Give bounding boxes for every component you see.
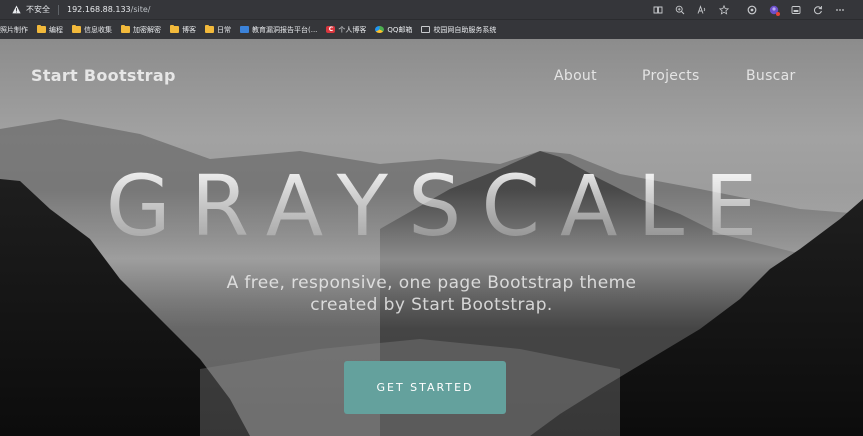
address-divider (58, 4, 59, 15)
reading-mode-icon[interactable] (652, 4, 663, 15)
bookmark-label: 个人博客 (338, 25, 367, 34)
bookmark-label: 照片制作 (0, 25, 28, 34)
folder-icon (205, 25, 214, 33)
bookmark-item[interactable]: C 个人博客 (326, 25, 366, 35)
folder-icon (121, 25, 130, 33)
bookmark-label: 校园网自助服务系统 (433, 25, 497, 34)
hero-tagline: A free, responsive, one page Bootstrap t… (0, 272, 863, 316)
extensions-icon[interactable] (746, 4, 757, 15)
bookmark-item[interactable]: 照片制作 (0, 25, 28, 35)
read-aloud-icon[interactable] (696, 4, 707, 15)
page-viewport[interactable]: Start Bootstrap About Projects Buscar GR… (0, 39, 863, 436)
brand-link[interactable]: Start Bootstrap (31, 66, 176, 85)
nav-link-about[interactable]: About (554, 68, 597, 84)
site-navbar: Start Bootstrap About Projects Buscar (0, 39, 863, 117)
bookmark-folder[interactable]: 日常 (205, 25, 231, 35)
bookmark-folder[interactable]: 加密解密 (121, 25, 161, 35)
nav-link-buscar[interactable]: Buscar (746, 68, 796, 84)
bookmark-label: 加密解密 (133, 25, 161, 34)
bookmark-label: 信息收集 (84, 25, 112, 34)
qq-icon (375, 26, 385, 33)
favorite-star-icon[interactable] (718, 4, 729, 15)
bookmark-item[interactable]: 校园网自助服务系统 (421, 25, 496, 35)
page-icon (421, 26, 431, 33)
get-started-button[interactable]: GET STARTED (344, 361, 506, 414)
bookmark-folder[interactable]: 信息收集 (72, 25, 112, 35)
bookmark-folder[interactable]: 编程 (37, 25, 63, 35)
bookmark-folder[interactable]: 博客 (170, 25, 196, 35)
bookmark-label: 博客 (182, 25, 196, 34)
more-icon[interactable] (834, 4, 845, 15)
url-host: 192.168.88.133 (67, 5, 131, 14)
c-site-icon: C (326, 26, 336, 33)
site-icon (240, 26, 249, 33)
folder-icon (37, 25, 46, 33)
browser-toolbar (652, 0, 845, 19)
bookmark-item[interactable]: 教育漏洞报告平台(... (240, 25, 317, 35)
bookmark-label: 编程 (49, 25, 63, 34)
hero-headline: GRAYSCALE (0, 164, 863, 248)
bookmarks-bar: 照片制作 编程 信息收集 加密解密 博客 日常 教育漏洞报告平台(... C 个… (0, 19, 863, 39)
bookmark-label: QQ邮箱 (387, 25, 413, 34)
security-label[interactable]: 不安全 (26, 4, 50, 15)
notification-dot (776, 12, 780, 16)
address-bar[interactable]: 不安全 192.168.88.133/site/ (0, 0, 863, 19)
nav-link-projects[interactable]: Projects (642, 68, 700, 84)
tagline-line-1: A free, responsive, one page Bootstrap t… (226, 273, 637, 293)
profile-extension-icon[interactable] (768, 4, 780, 16)
zoom-icon[interactable] (674, 4, 685, 15)
tagline-line-2: created by Start Bootstrap. (310, 295, 553, 315)
bookmark-item[interactable]: QQ邮箱 (375, 25, 412, 35)
collections-icon[interactable] (790, 4, 801, 15)
folder-icon (170, 25, 179, 33)
warning-icon[interactable] (12, 5, 21, 14)
bookmark-label: 教育漏洞报告平台(... (252, 25, 318, 34)
folder-icon (72, 25, 81, 33)
url-path: /site/ (130, 5, 151, 14)
bookmark-label: 日常 (217, 25, 231, 34)
url-text[interactable]: 192.168.88.133/site/ (67, 5, 150, 14)
refresh-icon[interactable] (812, 4, 823, 15)
